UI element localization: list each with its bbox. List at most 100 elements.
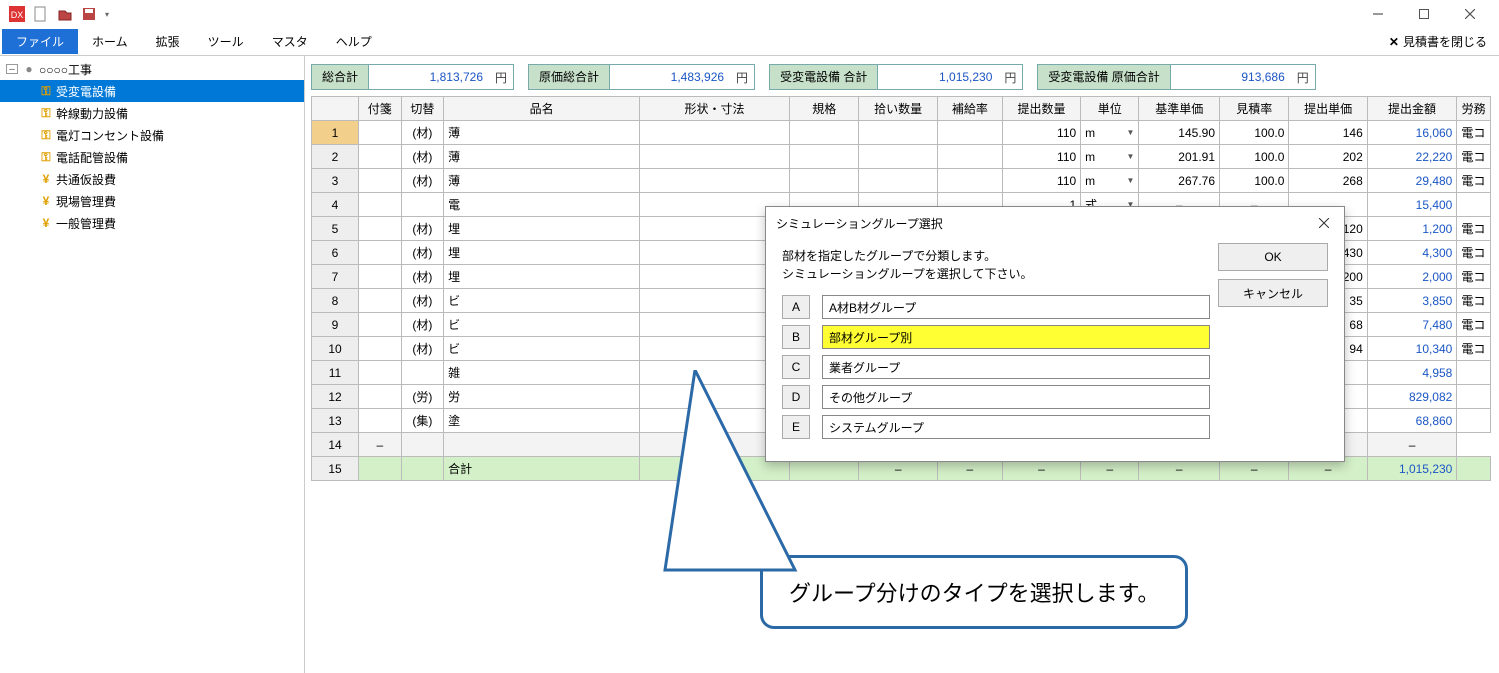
maximize-button[interactable] <box>1401 0 1447 28</box>
grid-cell[interactable]: 13 <box>312 409 359 433</box>
grid-cell[interactable]: 雑 <box>444 361 640 385</box>
grid-cell[interactable]: 8 <box>312 289 359 313</box>
new-doc-icon[interactable] <box>30 3 52 25</box>
grid-cell[interactable]: 埋 <box>444 265 640 289</box>
menu-home[interactable]: ホーム <box>78 29 142 54</box>
grid-cell[interactable]: ビ <box>444 337 640 361</box>
col-unit[interactable]: 単位 <box>1081 97 1139 121</box>
grid-cell[interactable]: (材) <box>401 145 444 169</box>
grid-cell[interactable]: 110 <box>1002 169 1080 193</box>
grid-cell[interactable]: 14 <box>312 433 359 457</box>
grid-cell[interactable] <box>937 121 1002 145</box>
chevron-down-icon[interactable]: ▼ <box>1126 152 1134 161</box>
grid-cell[interactable]: 29,480 <box>1367 169 1457 193</box>
grid-cell[interactable] <box>640 121 790 145</box>
menu-ext[interactable]: 拡張 <box>142 29 194 54</box>
group-label-field[interactable]: A材B材グループ <box>822 295 1210 319</box>
minimize-button[interactable] <box>1355 0 1401 28</box>
tree-item[interactable]: ⚿電話配管設備 <box>0 146 304 168</box>
grid-cell[interactable]: 3 <box>312 169 359 193</box>
grid-cell[interactable]: (材) <box>401 313 444 337</box>
col-name[interactable]: 品名 <box>444 97 640 121</box>
grid-cell[interactable]: 110 <box>1002 121 1080 145</box>
grid-cell[interactable] <box>790 169 859 193</box>
grid-cell[interactable]: 268 <box>1289 169 1367 193</box>
grid-cell[interactable]: 2,000 <box>1367 265 1457 289</box>
grid-cell[interactable]: 電コ <box>1457 313 1491 337</box>
grid-cell[interactable] <box>359 169 402 193</box>
group-key-button[interactable]: B <box>782 325 810 349</box>
tree-item[interactable]: ⚿受変電設備 <box>0 80 304 102</box>
group-label-field[interactable]: 業者グループ <box>822 355 1210 379</box>
tree-item[interactable]: ¥共通仮設費 <box>0 168 304 190</box>
grid-cell[interactable] <box>359 145 402 169</box>
grid-cell[interactable] <box>359 289 402 313</box>
grid-cell[interactable] <box>937 169 1002 193</box>
table-row[interactable]: 2(材)薄110m▼201.91100.020222,220電コ <box>312 145 1491 169</box>
grid-cell[interactable]: m▼ <box>1081 145 1139 169</box>
col-qty[interactable]: 拾い数量 <box>859 97 937 121</box>
grid-cell[interactable]: (材) <box>401 289 444 313</box>
grid-cell[interactable]: (労) <box>401 385 444 409</box>
grid-cell[interactable]: 埋 <box>444 241 640 265</box>
grid-cell[interactable] <box>359 385 402 409</box>
grid-cell[interactable]: 埋 <box>444 217 640 241</box>
grid-cell[interactable] <box>859 169 937 193</box>
grid-cell[interactable] <box>859 121 937 145</box>
grid-cell[interactable] <box>359 337 402 361</box>
grid-cell[interactable] <box>790 121 859 145</box>
grid-cell[interactable]: 7,480 <box>1367 313 1457 337</box>
group-label-field[interactable]: システムグループ <box>822 415 1210 439</box>
grid-cell[interactable]: 4,300 <box>1367 241 1457 265</box>
grid-cell[interactable]: 4,958 <box>1367 361 1457 385</box>
grid-cell[interactable]: 146 <box>1289 121 1367 145</box>
grid-cell[interactable] <box>640 145 790 169</box>
grid-cell[interactable] <box>359 121 402 145</box>
grid-cell[interactable] <box>444 433 640 457</box>
grid-cell[interactable] <box>359 313 402 337</box>
grid-cell[interactable]: – <box>1367 433 1457 457</box>
dialog-close-button[interactable] <box>1314 213 1334 233</box>
grid-cell[interactable] <box>359 193 402 217</box>
ok-button[interactable]: OK <box>1218 243 1328 271</box>
grid-cell[interactable]: (材) <box>401 265 444 289</box>
grid-cell[interactable]: 労 <box>444 385 640 409</box>
grid-cell[interactable]: 塗 <box>444 409 640 433</box>
col-switch[interactable]: 切替 <box>401 97 444 121</box>
grid-cell[interactable]: 1,015,230 <box>1367 457 1457 481</box>
grid-cell[interactable]: ビ <box>444 289 640 313</box>
grid-cell[interactable] <box>937 145 1002 169</box>
grid-cell[interactable]: 267.76 <box>1139 169 1220 193</box>
open-icon[interactable] <box>54 3 76 25</box>
grid-cell[interactable] <box>359 457 402 481</box>
grid-cell[interactable]: 201.91 <box>1139 145 1220 169</box>
col-rate[interactable]: 見積率 <box>1220 97 1289 121</box>
grid-cell[interactable]: 電 <box>444 193 640 217</box>
grid-cell[interactable]: 電コ <box>1457 121 1491 145</box>
grid-cell[interactable] <box>1457 409 1491 433</box>
grid-cell[interactable]: (集) <box>401 409 444 433</box>
tree-collapse-icon[interactable]: – <box>6 64 18 74</box>
grid-cell[interactable]: 薄 <box>444 145 640 169</box>
grid-cell[interactable]: 202 <box>1289 145 1367 169</box>
save-icon[interactable] <box>78 3 100 25</box>
group-label-field[interactable]: 部材グループ別 <box>822 325 1210 349</box>
grid-cell[interactable]: 100.0 <box>1220 145 1289 169</box>
grid-cell[interactable]: 9 <box>312 313 359 337</box>
grid-cell[interactable] <box>859 145 937 169</box>
col-subqty[interactable]: 提出数量 <box>1002 97 1080 121</box>
grid-cell[interactable]: 2 <box>312 145 359 169</box>
col-baseprice[interactable]: 基準単価 <box>1139 97 1220 121</box>
grid-cell[interactable]: 1,200 <box>1367 217 1457 241</box>
grid-cell[interactable]: 16,060 <box>1367 121 1457 145</box>
grid-cell[interactable] <box>359 217 402 241</box>
menu-master[interactable]: マスタ <box>258 29 322 54</box>
col-spec[interactable]: 規格 <box>790 97 859 121</box>
menu-help[interactable]: ヘルプ <box>322 29 386 54</box>
grid-cell[interactable] <box>359 265 402 289</box>
grid-cell[interactable]: 電コ <box>1457 169 1491 193</box>
menu-file[interactable]: ファイル <box>2 29 78 54</box>
cancel-button[interactable]: キャンセル <box>1218 279 1328 307</box>
grid-cell[interactable]: (材) <box>401 241 444 265</box>
grid-cell[interactable]: 11 <box>312 361 359 385</box>
